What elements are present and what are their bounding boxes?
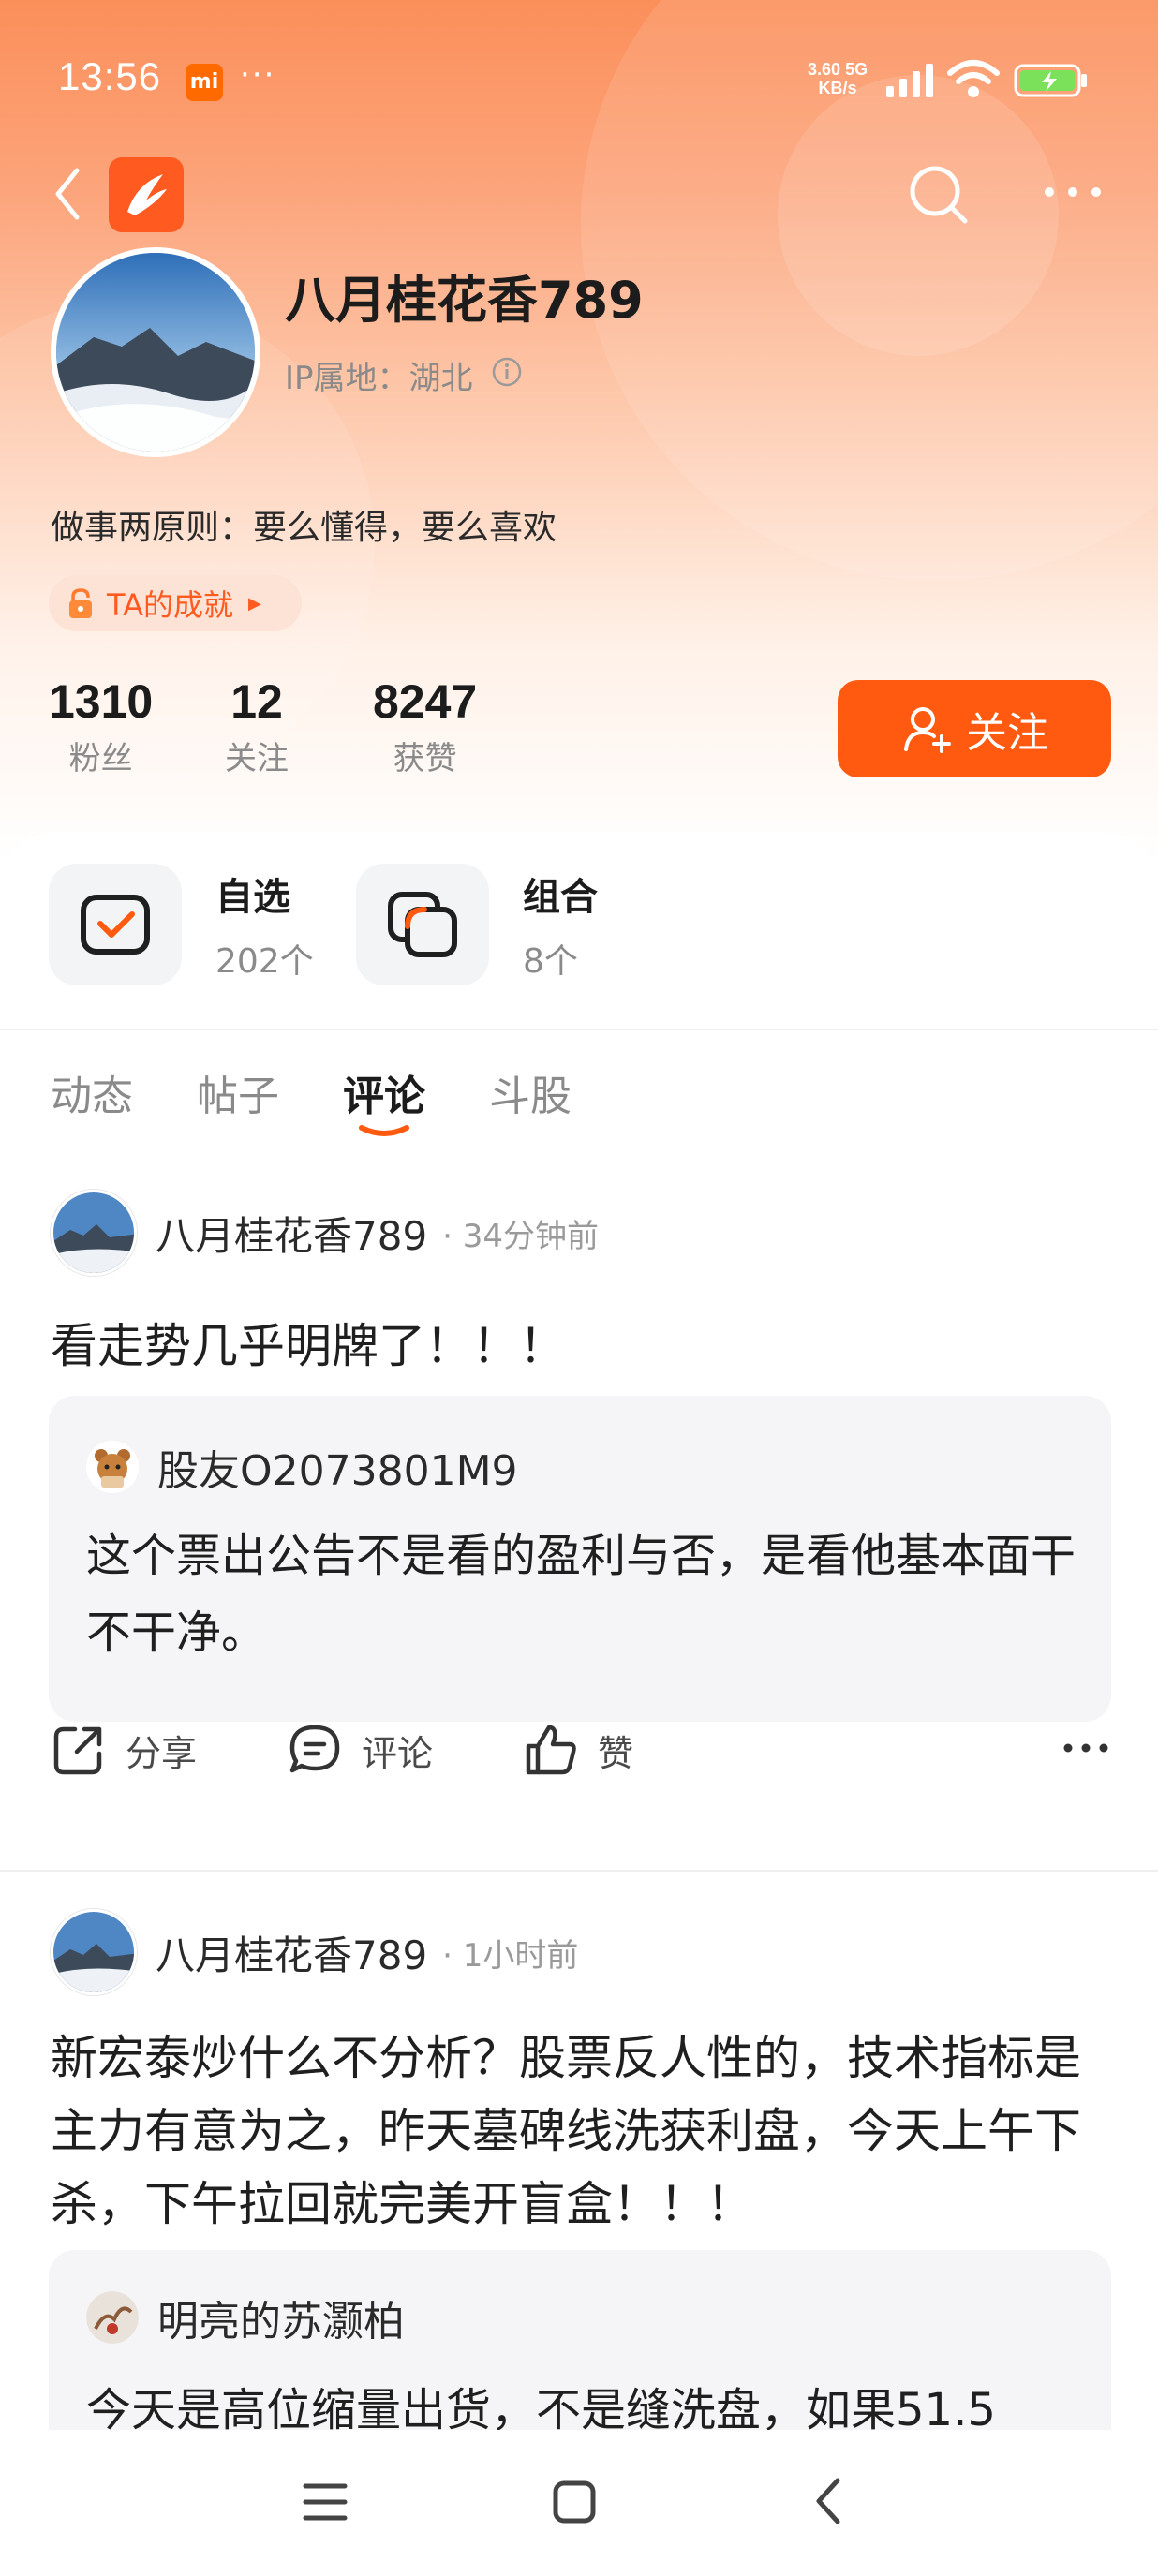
quoted-post[interactable]: 股友O2073801M9 这个票出公告不是看的盈利与否，是看他基本面干不干净。: [49, 1396, 1111, 1722]
watchlist-count: 202个: [215, 942, 314, 981]
watchlist-title: 自选: [215, 876, 290, 919]
share-icon: [53, 1726, 102, 1775]
comment-header: 八月桂花香789 · 1小时前: [51, 1909, 578, 1995]
divider: [0, 1029, 1158, 1030]
battery-icon: [1014, 64, 1087, 97]
tab-comments[interactable]: 评论: [343, 1062, 425, 1136]
menu-icon[interactable]: [302, 2480, 349, 2524]
comment-time: · 34分钟前: [442, 1217, 600, 1255]
lock-icon: [69, 588, 92, 618]
achievement-button[interactable]: TA的成就 ▶: [49, 575, 302, 631]
mi-notification-icon: mi: [186, 64, 223, 101]
quoted-username[interactable]: 股友O2073801M9: [157, 1437, 518, 1497]
watchlist-link[interactable]: 自选 202个: [49, 864, 314, 985]
stat-fans[interactable]: 1310 粉丝: [49, 674, 153, 778]
divider: [0, 1870, 1158, 1872]
tab-bar: 动态 帖子 评论 斗股: [51, 1062, 635, 1136]
network-speed: 3.60 5G KB/s: [808, 60, 868, 97]
avatar: [86, 2291, 139, 2344]
tab-comments-label: 评论: [343, 1073, 425, 1120]
comment-username[interactable]: 八月桂花香789: [156, 1924, 427, 1981]
avatar[interactable]: [51, 1909, 137, 1995]
info-icon[interactable]: [491, 356, 523, 388]
stat-following[interactable]: 12 关注: [225, 674, 289, 778]
comment-username[interactable]: 八月桂花香789: [156, 1205, 427, 1262]
comment-item: 八月桂花香789 · 34分钟前 看走势几乎明牌了！！！ 股友O2073801M…: [0, 1190, 1158, 1911]
portfolio-icon: [356, 864, 489, 985]
profile-bio: 做事两原则：要么懂得，要么喜欢: [51, 509, 557, 547]
speed-unit: KB/s: [818, 79, 857, 97]
network-type: 5G: [845, 60, 868, 79]
like-button[interactable]: 赞: [523, 1722, 633, 1778]
portfolio-link[interactable]: 组合 8个: [356, 864, 598, 985]
stat-label: 关注: [225, 740, 289, 777]
share-button[interactable]: 分享: [51, 1722, 197, 1778]
portfolio-title: 组合: [523, 876, 598, 919]
stat-value: 12: [230, 675, 283, 728]
comment-button[interactable]: 评论: [287, 1722, 433, 1778]
add-user-icon: [904, 707, 951, 753]
stat-likes[interactable]: 8247 获赞: [373, 674, 477, 778]
tab-posts[interactable]: 帖子: [197, 1062, 279, 1122]
triangle-right-icon: ▶: [247, 593, 261, 614]
comment-header: 八月桂花香789 · 34分钟前: [51, 1190, 599, 1276]
content-card: 自选 202个 组合 8个 动态 帖子 评论 斗股 八月桂花香789 · 34分…: [0, 832, 1158, 2434]
avatar[interactable]: [51, 247, 260, 457]
system-navigation-bar: [0, 2430, 1158, 2576]
status-more-dots: ···: [240, 56, 276, 94]
comment-time: · 1小时前: [442, 1936, 579, 1975]
more-icon[interactable]: [1040, 178, 1106, 206]
nav-back-icon[interactable]: [811, 2475, 845, 2527]
active-tab-indicator: [359, 1125, 409, 1136]
signal-icon: [886, 64, 933, 97]
quoted-post[interactable]: 明亮的苏灏柏 今天是高位缩量出货，不是缝洗盘，如果51.5: [49, 2250, 1111, 2434]
comment-icon: [290, 1725, 340, 1773]
quoted-text: 这个票出公告不是看的盈利与否，是看他基本面干不干净。: [86, 1530, 1076, 1659]
follow-label: 关注: [966, 709, 1048, 757]
comment-label: 评论: [362, 1732, 434, 1774]
more-icon[interactable]: [1062, 1740, 1109, 1755]
avatar[interactable]: [51, 1190, 137, 1276]
quoted-text: 今天是高位缩量出货，不是缝洗盘，如果51.5: [86, 2384, 996, 2434]
tab-activity[interactable]: 动态: [51, 1062, 133, 1122]
app-logo-icon[interactable]: [109, 157, 184, 232]
comment-actions: 分享 评论 赞: [51, 1722, 1109, 1778]
like-label: 赞: [598, 1732, 634, 1774]
quoted-header: 明亮的苏灏柏: [86, 2287, 405, 2347]
home-icon[interactable]: [551, 2479, 598, 2525]
speed-value: 3.60: [808, 60, 841, 79]
quoted-username[interactable]: 明亮的苏灏柏: [157, 2287, 405, 2347]
follow-button[interactable]: 关注: [838, 680, 1111, 777]
profile-name: 八月桂花香789: [285, 271, 644, 330]
comment-item: 八月桂花香789 · 1小时前 新宏泰炒什么不分析？股票反人性的，技术指标是主力…: [0, 1909, 1158, 2434]
avatar: [86, 1441, 139, 1493]
comment-text[interactable]: 看走势几乎明牌了！！！: [51, 1310, 1109, 1383]
portfolio-count: 8个: [523, 942, 578, 981]
stat-label: 获赞: [393, 740, 457, 777]
ip-location: IP属地：湖北: [285, 360, 473, 397]
comment-text[interactable]: 新宏泰炒什么不分析？股票反人性的，技术指标是主力有意为之，昨天墓碑线洗获利盘，今…: [51, 2021, 1109, 2241]
share-label: 分享: [126, 1732, 198, 1774]
watchlist-icon: [49, 864, 182, 985]
back-icon[interactable]: [49, 161, 86, 227]
status-time: 13:56: [58, 54, 162, 98]
wifi-icon: [947, 60, 1000, 97]
status-bar: 13:56 mi ··· 3.60 5G KB/s: [0, 0, 1158, 150]
search-icon[interactable]: [903, 159, 974, 230]
like-icon: [526, 1725, 576, 1775]
tab-stock-battle[interactable]: 斗股: [489, 1062, 572, 1122]
quoted-header: 股友O2073801M9: [86, 1437, 518, 1497]
achievement-label: TA的成就: [107, 587, 233, 623]
stat-label: 粉丝: [68, 740, 133, 777]
stat-value: 1310: [49, 675, 154, 728]
stat-value: 8247: [373, 675, 478, 728]
